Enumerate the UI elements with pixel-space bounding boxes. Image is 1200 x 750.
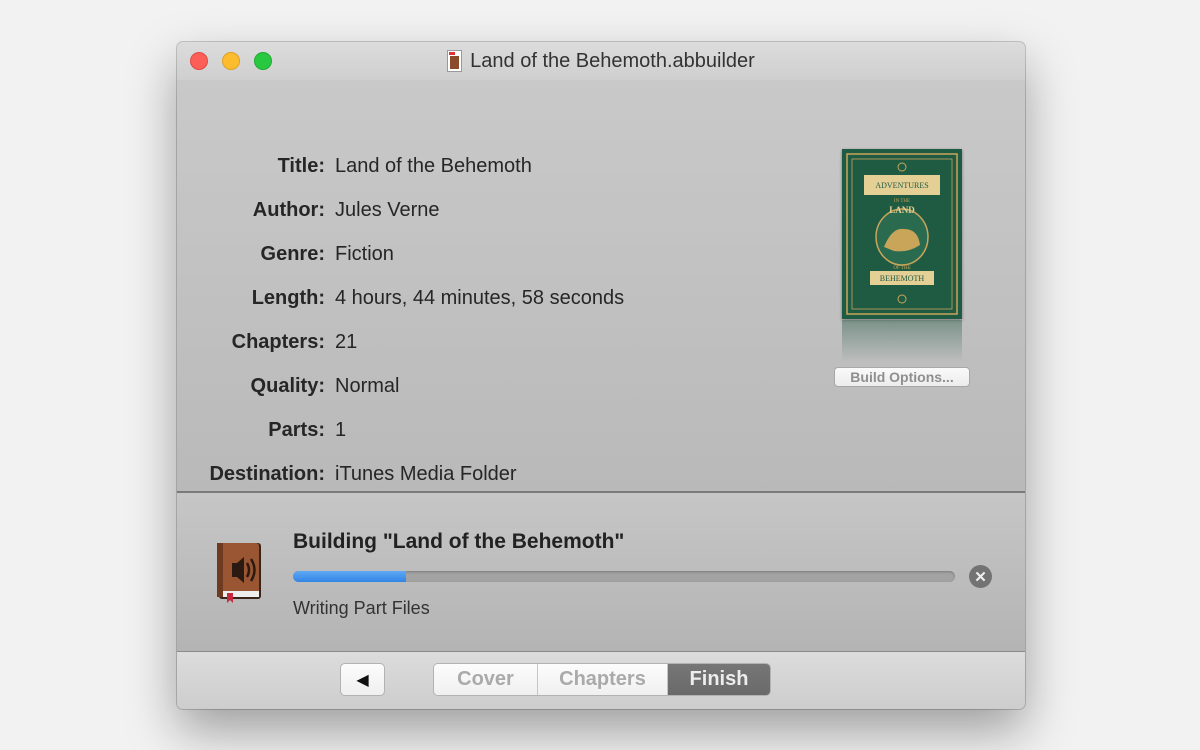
title-bar: Land of the Behemoth.abbuilder [177,42,1025,80]
cover-text: LAND [889,205,915,215]
build-options-button[interactable]: Build Options... [834,367,970,387]
info-value: 21 [335,331,358,353]
cover-art-image: ADVENTURES IN THE LAND OF THE BEHEMOTH [842,149,962,319]
progress-bar [293,571,955,582]
info-row-author: Author: Jules Verne [177,199,777,223]
step-segmented-control: Cover Chapters Finish [433,663,771,696]
step-finish[interactable]: Finish [668,664,770,695]
info-value: 4 hours, 44 minutes, 58 seconds [335,287,625,309]
progress-bar-fill [293,571,406,582]
info-label: Genre: [260,243,325,265]
info-label: Title: [277,155,325,177]
audiobook-icon [217,543,261,603]
info-row-parts: Parts: 1 [177,419,777,443]
info-label: Destination: [209,463,325,485]
step-cover[interactable]: Cover [434,664,538,695]
info-label: Parts: [268,419,325,441]
back-button[interactable]: ◀ [340,663,385,696]
info-label: Chapters: [231,331,325,353]
cover-text: OF THE [893,266,910,271]
info-row-genre: Genre: Fiction [177,243,777,267]
book-info-pane: Title: Land of the Behemoth Author: Jule… [177,80,1025,491]
info-value: Normal [335,375,400,397]
window-title: Land of the Behemoth.abbuilder [470,49,755,72]
info-label: Length: [251,287,325,309]
app-window: Land of the Behemoth.abbuilder Title: La… [177,42,1025,709]
info-row-title: Title: Land of the Behemoth [177,155,777,179]
cancel-x-icon[interactable]: ✕ [969,565,992,588]
info-value: Jules Verne [335,199,440,221]
info-row-length: Length: 4 hours, 44 minutes, 58 seconds [177,287,777,311]
info-value: iTunes Media Folder [335,463,517,485]
cover-text: ADVENTURES [875,181,928,190]
info-label: Author: [252,199,325,221]
bottom-toolbar: ◀ Cover Chapters Finish [177,652,1025,709]
cover-art[interactable]: ADVENTURES IN THE LAND OF THE BEHEMOTH [842,149,962,319]
info-value: Fiction [335,243,394,265]
info-row-destination: Destination: iTunes Media Folder [177,463,777,487]
info-value: 1 [335,419,347,441]
info-row-quality: Quality: Normal [177,375,777,399]
step-chapters[interactable]: Chapters [538,664,668,695]
progress-status: Writing Part Files [293,598,430,618]
info-row-chapters: Chapters: 21 [177,331,777,355]
document-icon [447,50,463,72]
triangle-left-icon: ◀ [356,671,369,689]
info-label: Quality: [250,375,325,397]
cover-text: IN THE [894,199,910,204]
progress-title: Building "Land of the Behemoth" [293,530,625,553]
progress-pane: Building "Land of the Behemoth" ✕ Writin… [177,493,1025,651]
info-value: Land of the Behemoth [335,155,532,177]
cover-reflection [842,320,962,362]
cover-text: BEHEMOTH [880,274,925,283]
